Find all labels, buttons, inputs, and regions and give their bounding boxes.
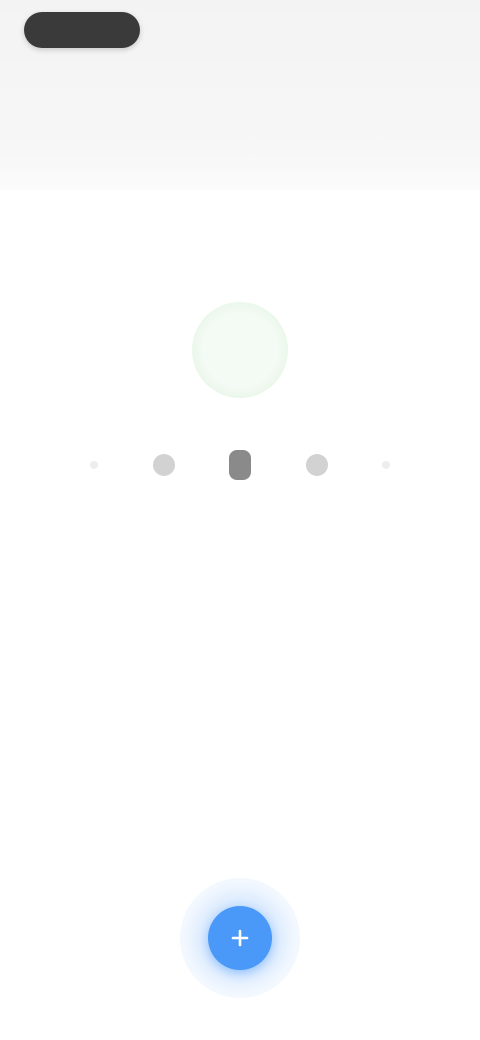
indicator-dot [90, 461, 98, 469]
indicator-dot [305, 454, 328, 476]
tab-item-3[interactable] [355, 70, 435, 100]
picker-option[interactable] [20, 314, 92, 386]
subtab-item-2[interactable] [290, 140, 370, 170]
picker-option[interactable] [302, 314, 374, 386]
tab-item-1[interactable] [45, 70, 125, 100]
indicator-dot [152, 454, 175, 476]
top-pill-button[interactable] [24, 12, 140, 48]
value-picker[interactable] [20, 300, 460, 400]
top-bar [0, 0, 480, 190]
top-right-action[interactable] [348, 20, 444, 42]
page-indicator [90, 445, 390, 485]
add-button[interactable] [208, 906, 272, 970]
picker-option[interactable] [388, 314, 460, 386]
tab-item-2[interactable] [200, 70, 280, 100]
subtab-item-1[interactable] [110, 140, 190, 170]
tab-row-primary [0, 70, 480, 100]
picker-option-selected[interactable] [192, 302, 288, 398]
tab-row-secondary [0, 140, 480, 170]
picker-option[interactable] [106, 314, 178, 386]
app-screen [0, 0, 480, 1040]
indicator-dot-active [229, 450, 251, 480]
indicator-dot [382, 461, 390, 469]
plus-icon [231, 929, 249, 947]
